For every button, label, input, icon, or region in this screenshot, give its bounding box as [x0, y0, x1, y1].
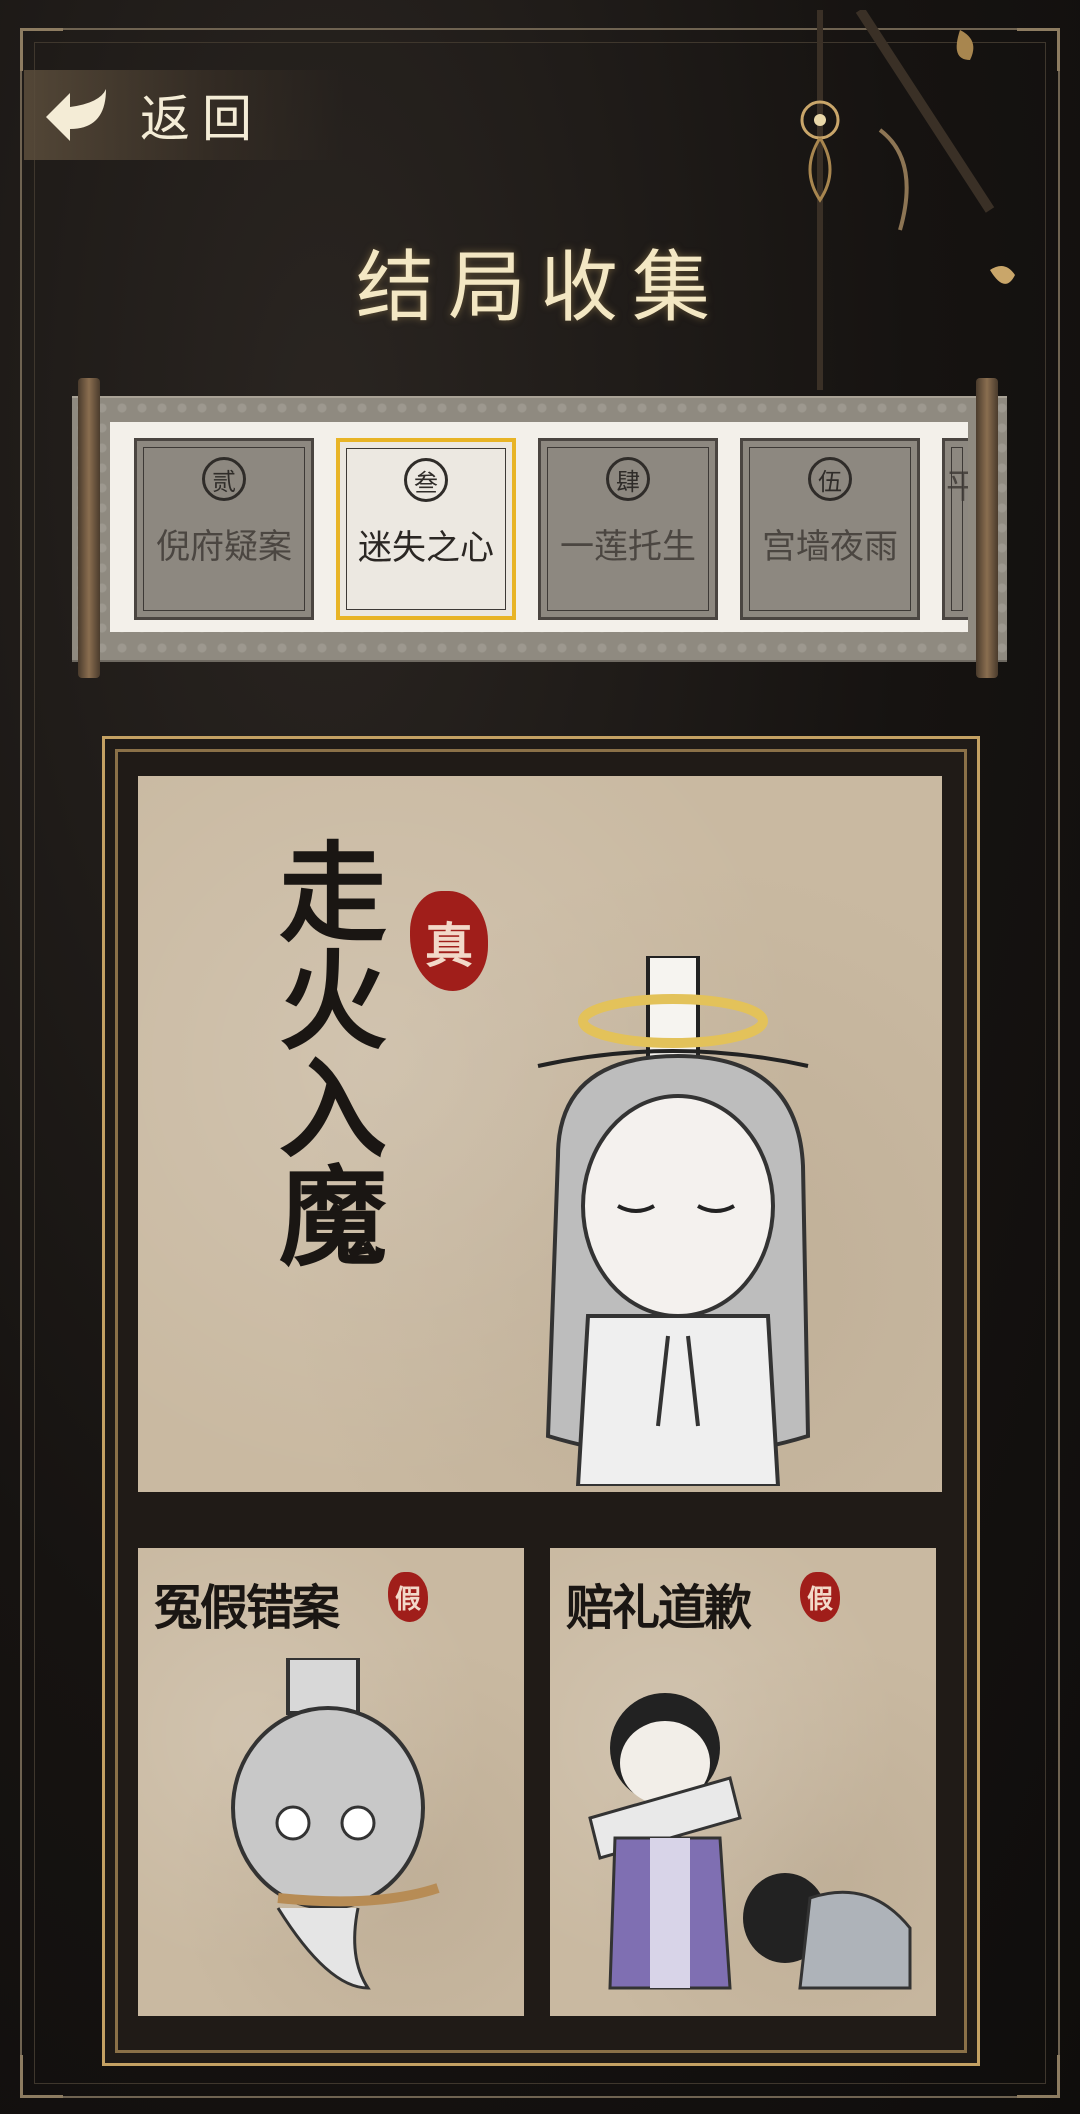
back-arrow-icon: [46, 89, 106, 141]
frame-corner-ornament: [20, 2055, 63, 2098]
ending-number-badge: 肆: [606, 457, 650, 501]
two-characters-illustration: [588, 1693, 912, 1990]
sub-ending-title: 赔礼道歉: [566, 1580, 752, 1636]
main-ending-title: 走火入魔: [261, 836, 387, 1268]
false-seal-stamp: 假: [388, 1572, 428, 1622]
ghost-character-illustration: [231, 1658, 440, 1990]
main-ending-card[interactable]: 走火入魔 真: [138, 776, 942, 1492]
frame-corner-ornament: [20, 28, 63, 71]
ending-tab-label: 平: [946, 467, 968, 507]
scroll-rod-right: [976, 378, 998, 678]
ending-tab[interactable]: 贰 倪府疑案: [134, 438, 314, 620]
false-seal-stamp: 假: [800, 1572, 840, 1622]
endings-tab-strip[interactable]: 贰 倪府疑案 叁 迷失之心 肆 一莲托生 伍 宫墙夜雨 平: [110, 422, 968, 632]
scroll-rod-left: [78, 378, 100, 678]
sub-ending-title: 冤假错案: [154, 1580, 340, 1636]
ending-tab-label: 迷失之心: [358, 528, 494, 568]
true-seal-stamp: 真: [410, 891, 488, 991]
ending-tab[interactable]: 平: [942, 438, 968, 620]
back-button-label: 返回: [140, 90, 264, 148]
ending-tab-label: 一莲托生: [560, 527, 696, 567]
character-illustration: [537, 956, 811, 1486]
ending-number-badge: 叁: [404, 458, 448, 502]
ending-tab-label: 倪府疑案: [156, 527, 292, 567]
frame-corner-ornament: [1017, 2055, 1060, 2098]
ending-tab[interactable]: 肆 一莲托生: [538, 438, 718, 620]
ending-tab[interactable]: 伍 宫墙夜雨: [740, 438, 920, 620]
back-button[interactable]: 返回: [24, 70, 344, 160]
sub-ending-card[interactable]: 冤假错案 假: [138, 1548, 524, 2016]
ending-tab-selected[interactable]: 叁 迷失之心: [336, 438, 516, 620]
page-title: 结局收集: [355, 243, 724, 333]
ending-number-badge: 贰: [202, 457, 246, 501]
sub-ending-card[interactable]: 赔礼道歉 假: [550, 1548, 936, 2016]
ending-number-badge: 伍: [808, 457, 852, 501]
ending-tab-label: 宫墙夜雨: [762, 527, 898, 567]
